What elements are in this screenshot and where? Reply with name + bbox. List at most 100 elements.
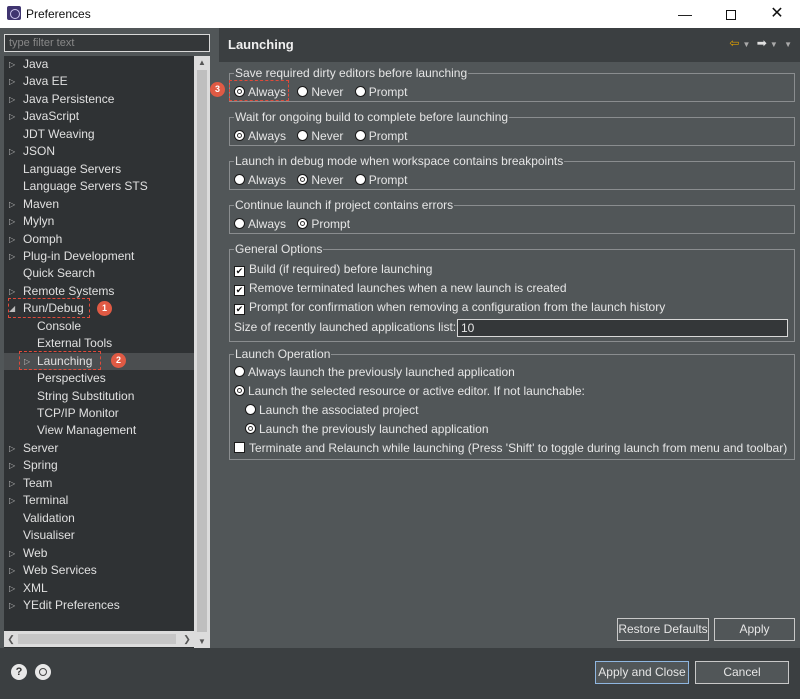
tree-item[interactable]: Language Servers STS bbox=[4, 178, 194, 195]
radio-button[interactable] bbox=[297, 86, 309, 97]
terminate-relaunch-checkbox-row[interactable]: Terminate and Relaunch while launching (… bbox=[234, 439, 787, 458]
apply-button[interactable]: Apply bbox=[714, 618, 795, 641]
tree-item[interactable]: ▷ Web Services bbox=[4, 562, 194, 579]
restore-defaults-button[interactable]: Restore Defaults bbox=[617, 618, 709, 641]
filter-input[interactable]: type filter text bbox=[4, 34, 210, 52]
collapsed-arrow-icon[interactable]: ▷ bbox=[9, 91, 19, 108]
tree-item[interactable]: ▷ Team bbox=[4, 475, 194, 492]
radio-button[interactable] bbox=[354, 130, 366, 141]
checkbox-unchecked[interactable] bbox=[234, 442, 245, 453]
scrollbar-thumb[interactable] bbox=[18, 634, 176, 644]
collapsed-arrow-icon[interactable]: ▷ bbox=[9, 597, 19, 614]
collapsed-arrow-icon[interactable]: ▷ bbox=[9, 545, 19, 562]
tree-item[interactable]: String Substitution bbox=[4, 388, 194, 405]
tree-item[interactable]: ▷ JSON bbox=[4, 143, 194, 160]
checkbox-checked[interactable]: ✔ bbox=[234, 304, 245, 315]
collapsed-arrow-icon[interactable]: ▷ bbox=[9, 196, 19, 213]
collapsed-arrow-icon[interactable]: ▷ bbox=[9, 562, 19, 579]
tree-item[interactable]: ▷ JavaScript bbox=[4, 108, 194, 125]
help-icon[interactable]: ? bbox=[11, 664, 27, 680]
tree-item[interactable]: Quick Search bbox=[4, 265, 194, 282]
tree-vertical-scrollbar[interactable]: ▲ ▼ bbox=[194, 56, 210, 649]
radio-button[interactable] bbox=[297, 218, 309, 229]
back-arrow-icon[interactable]: ⇦ bbox=[729, 36, 739, 50]
collapsed-arrow-icon[interactable]: ▷ bbox=[9, 108, 19, 125]
radio-always[interactable]: Always bbox=[234, 172, 286, 189]
tree-item[interactable]: TCP/IP Monitor bbox=[4, 405, 194, 422]
collapsed-arrow-icon[interactable]: ▷ bbox=[9, 440, 19, 457]
build-before-checkbox-row[interactable]: ✔ Build (if required) before launching bbox=[234, 260, 432, 279]
collapsed-arrow-icon[interactable]: ▷ bbox=[9, 457, 19, 474]
radio-launch-previous[interactable]: Launch the previously launched applicati… bbox=[245, 420, 489, 439]
scroll-down-arrow-icon[interactable]: ▼ bbox=[194, 635, 210, 649]
checkbox-checked[interactable]: ✔ bbox=[234, 285, 245, 296]
scroll-left-arrow-icon[interactable]: ❮ bbox=[4, 631, 18, 647]
radio-button[interactable] bbox=[354, 86, 366, 97]
radio-button[interactable] bbox=[234, 174, 245, 185]
tree-item[interactable]: ▷ YEdit Preferences bbox=[4, 597, 194, 614]
tree-item[interactable]: ▷ Mylyn bbox=[4, 213, 194, 230]
tree-item[interactable]: External Tools bbox=[4, 335, 194, 352]
radio-always[interactable]: Always bbox=[234, 128, 286, 145]
tree-item[interactable]: View Management bbox=[4, 422, 194, 439]
size-input[interactable]: 10 bbox=[457, 319, 788, 337]
radio-prompt[interactable]: Prompt bbox=[297, 216, 350, 233]
tree-item[interactable]: ▷ Web bbox=[4, 545, 194, 562]
radio-button[interactable] bbox=[234, 366, 245, 377]
radio-prompt[interactable]: Prompt bbox=[354, 128, 407, 145]
radio-button[interactable] bbox=[234, 385, 245, 396]
collapsed-arrow-icon[interactable]: ▷ bbox=[9, 56, 19, 73]
scrollbar-thumb[interactable] bbox=[197, 70, 207, 632]
tree-item[interactable]: ▷ Terminal bbox=[4, 492, 194, 509]
forward-menu-icon[interactable]: ▼ bbox=[770, 40, 778, 49]
apply-and-close-button[interactable]: Apply and Close bbox=[595, 661, 689, 684]
radio-prompt[interactable]: Prompt bbox=[354, 84, 407, 101]
collapsed-arrow-icon[interactable]: ▷ bbox=[9, 143, 19, 160]
tree-item[interactable]: ▷ Oomph bbox=[4, 231, 194, 248]
tree-item[interactable]: Perspectives bbox=[4, 370, 194, 387]
radio-never[interactable]: Never bbox=[297, 128, 343, 145]
tree-item[interactable]: ▷ Plug-in Development bbox=[4, 248, 194, 265]
tree-item[interactable]: JDT Weaving bbox=[4, 126, 194, 143]
close-button[interactable]: ✕ bbox=[754, 0, 800, 28]
minimize-button[interactable]: — bbox=[662, 0, 708, 28]
view-menu-icon[interactable]: ▼ bbox=[784, 40, 792, 49]
collapsed-arrow-icon[interactable]: ▷ bbox=[9, 73, 19, 90]
tree-item[interactable]: Visualiser bbox=[4, 527, 194, 544]
collapsed-arrow-icon[interactable]: ▷ bbox=[9, 213, 19, 230]
collapsed-arrow-icon[interactable]: ▷ bbox=[9, 492, 19, 509]
scroll-right-arrow-icon[interactable]: ❯ bbox=[180, 631, 194, 647]
scroll-up-arrow-icon[interactable]: ▲ bbox=[194, 56, 210, 70]
radio-button[interactable] bbox=[354, 174, 366, 185]
radio-button[interactable] bbox=[297, 130, 309, 141]
collapsed-arrow-icon[interactable]: ▷ bbox=[9, 580, 19, 597]
prompt-confirm-checkbox-row[interactable]: ✔ Prompt for confirmation when removing a… bbox=[234, 298, 665, 317]
radio-button[interactable] bbox=[234, 130, 245, 141]
radio-button[interactable] bbox=[234, 218, 245, 229]
remove-terminated-checkbox-row[interactable]: ✔ Remove terminated launches when a new l… bbox=[234, 279, 567, 298]
radio-always-previous[interactable]: Always launch the previously launched ap… bbox=[234, 363, 515, 382]
radio-prompt[interactable]: Prompt bbox=[354, 172, 407, 189]
radio-button[interactable] bbox=[297, 174, 309, 185]
back-menu-icon[interactable]: ▼ bbox=[742, 40, 750, 49]
tree-horizontal-scrollbar[interactable]: ❮ ❯ bbox=[4, 631, 194, 647]
radio-launch-associated[interactable]: Launch the associated project bbox=[245, 401, 418, 420]
radio-button[interactable] bbox=[245, 423, 256, 434]
tree-item[interactable]: Language Servers bbox=[4, 161, 194, 178]
tree-item[interactable]: ▷ Spring bbox=[4, 457, 194, 474]
maximize-button[interactable] bbox=[708, 0, 754, 28]
radio-always[interactable]: Always bbox=[234, 216, 286, 233]
radio-never[interactable]: Never bbox=[297, 84, 343, 101]
tree-item[interactable]: Validation bbox=[4, 510, 194, 527]
tree-item[interactable]: ▷ Java EE bbox=[4, 73, 194, 90]
collapsed-arrow-icon[interactable]: ▷ bbox=[9, 231, 19, 248]
radio-button[interactable] bbox=[245, 404, 256, 415]
tree-item[interactable]: ▷ Java bbox=[4, 56, 194, 73]
cancel-button[interactable]: Cancel bbox=[695, 661, 789, 684]
tree-item[interactable]: ▷ Java Persistence bbox=[4, 91, 194, 108]
import-export-icon[interactable] bbox=[35, 664, 51, 680]
radio-never[interactable]: Never bbox=[297, 172, 343, 189]
tree-item[interactable]: ▷ XML bbox=[4, 580, 194, 597]
checkbox-checked[interactable]: ✔ bbox=[234, 266, 245, 277]
tree-item[interactable]: ▷ Maven bbox=[4, 196, 194, 213]
